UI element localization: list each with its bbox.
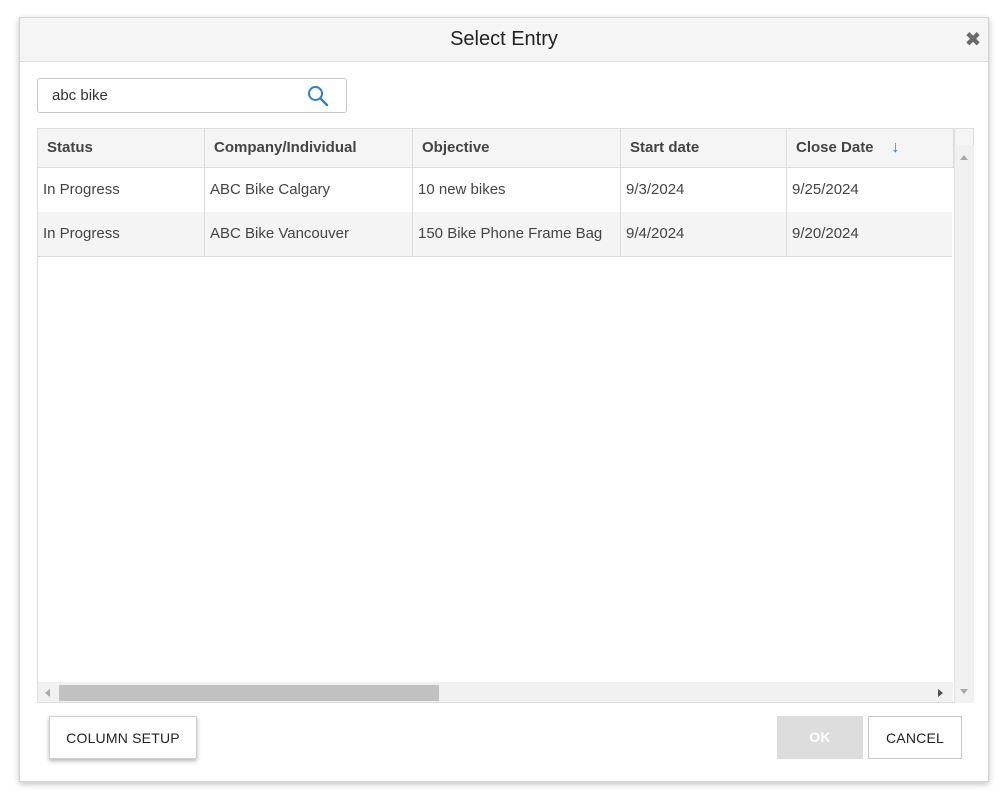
- column-header-label: Status: [47, 139, 93, 156]
- search-icon[interactable]: [306, 84, 330, 108]
- column-header-label: Company/Individual: [214, 139, 357, 156]
- cell-close-date: 9/25/2024: [792, 181, 859, 198]
- scroll-right-icon[interactable]: [938, 689, 943, 697]
- scroll-down-icon[interactable]: [960, 689, 968, 694]
- cell-status: In Progress: [38, 168, 205, 212]
- dialog-titlebar: Select Entry ✖: [20, 18, 988, 62]
- column-setup-button[interactable]: COLUMN SETUP: [49, 716, 197, 759]
- horizontal-scroll-thumb[interactable]: [59, 685, 439, 701]
- cell-close-date: 9/20/2024: [792, 225, 859, 242]
- cell-start-date: 9/3/2024: [621, 168, 787, 212]
- ok-button[interactable]: OK: [777, 716, 863, 759]
- cell-objective: 150 Bike Phone Frame Bag: [413, 212, 621, 256]
- column-header-label: Close Date: [796, 139, 874, 156]
- scroll-up-icon[interactable]: [960, 155, 968, 160]
- search-input[interactable]: [38, 79, 298, 112]
- vertical-scrollbar[interactable]: [954, 145, 974, 703]
- column-header-status[interactable]: Status: [38, 129, 205, 167]
- grid-header: Status Company/Individual Objective Star…: [38, 129, 973, 168]
- column-header-objective[interactable]: Objective: [413, 129, 621, 167]
- table-row[interactable]: In Progress ABC Bike Calgary 10 new bike…: [38, 168, 952, 212]
- cell-company: ABC Bike Calgary: [205, 168, 413, 212]
- column-header-company[interactable]: Company/Individual: [205, 129, 413, 167]
- dialog-title: Select Entry: [450, 28, 558, 50]
- table-row[interactable]: In Progress ABC Bike Vancouver 150 Bike …: [38, 212, 952, 257]
- cell-start-date: 9/4/2024: [621, 212, 787, 256]
- cell-company: ABC Bike Vancouver: [205, 212, 413, 256]
- column-header-close-date[interactable]: Close Date ↓: [787, 129, 954, 167]
- horizontal-scrollbar[interactable]: [38, 682, 953, 702]
- cell-status: In Progress: [38, 212, 205, 256]
- scroll-left-icon[interactable]: [45, 689, 50, 697]
- column-header-start-date[interactable]: Start date: [621, 129, 787, 167]
- cancel-button[interactable]: CANCEL: [868, 716, 962, 759]
- search-box: [37, 78, 347, 113]
- entries-grid: Status Company/Individual Objective Star…: [37, 128, 974, 703]
- column-header-label: Start date: [630, 139, 700, 156]
- select-entry-dialog: Select Entry ✖ Status Company/Individual…: [19, 17, 989, 782]
- cell-objective: 10 new bikes: [413, 168, 621, 212]
- arrow-down-icon: ↓: [891, 139, 900, 156]
- close-icon[interactable]: ✖: [962, 29, 984, 51]
- column-header-label: Objective: [422, 139, 490, 156]
